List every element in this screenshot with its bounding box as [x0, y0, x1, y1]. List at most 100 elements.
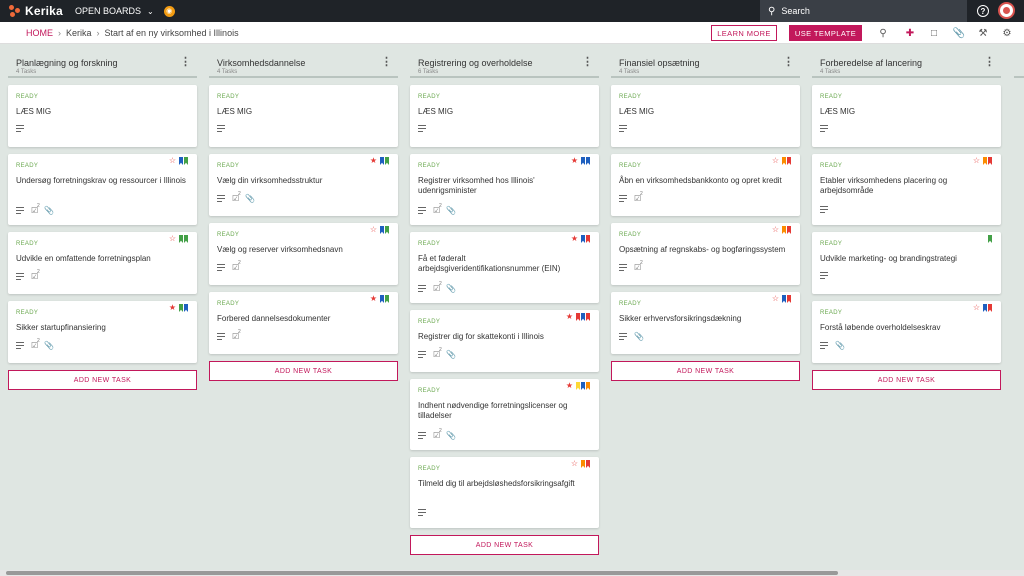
scrollbar-thumb[interactable]	[6, 571, 838, 575]
task-card[interactable]: READY LÆS MIG	[812, 85, 1001, 147]
more-options-icon[interactable]: ⋮	[381, 57, 392, 68]
star-outline-icon[interactable]: ☆	[973, 157, 980, 165]
tag-bookmark-icon	[184, 157, 188, 165]
star-outline-icon[interactable]: ☆	[370, 226, 377, 234]
breadcrumb-workspace-link[interactable]: Kerika	[66, 28, 92, 38]
tag-bookmark-icon	[179, 304, 183, 312]
task-indicators	[820, 272, 835, 279]
task-flags: ★	[571, 235, 590, 243]
more-options-icon[interactable]: ⋮	[582, 57, 593, 68]
wrench-icon[interactable]: ⚒	[976, 27, 990, 39]
card-list: READY LÆS MIG READY Undersøg forretningskra…	[8, 85, 197, 390]
task-card[interactable]: READY LÆS MIG	[611, 85, 800, 147]
gear-icon[interactable]: ⚙	[1000, 27, 1014, 39]
task-card[interactable]: READY Sikker startupfinansiering ★ ☑ 2 📎	[8, 301, 197, 363]
task-card[interactable]: READY LÆS MIG	[410, 85, 599, 147]
add-new-task-button[interactable]: ADD NEW TASK	[410, 535, 599, 555]
checklist-count: 2	[238, 329, 241, 335]
help-icon[interactable]: ?	[977, 5, 989, 17]
breadcrumb: HOME › Kerika › Start af en ny virksomhe…	[26, 28, 239, 38]
tag-bookmark-icon	[988, 304, 992, 312]
star-filled-icon[interactable]: ★	[169, 304, 176, 312]
star-filled-icon[interactable]: ★	[566, 382, 573, 390]
add-new-task-button[interactable]: ADD NEW TASK	[611, 361, 800, 381]
add-new-task-button[interactable]: ADD NEW TASK	[812, 370, 1001, 390]
add-new-task-button[interactable]: ADD NEW TASK	[209, 361, 398, 381]
task-card[interactable]: READY Opsætning af regnskabs- og bogførin…	[611, 223, 800, 285]
task-card[interactable]: READY Udvikle en omfattende forretningspl…	[8, 232, 197, 294]
chat-icon[interactable]: □	[927, 27, 941, 39]
task-card[interactable]: READY Sikker erhvervsforsikringsdækning ☆ 📎	[611, 292, 800, 354]
star-filled-icon[interactable]: ★	[566, 313, 573, 321]
kerika-logo-icon	[9, 5, 21, 17]
checklist-icon: ☑ 2	[634, 191, 643, 203]
task-title: Vælg din virksomhedsstruktur	[217, 176, 323, 185]
task-card[interactable]: READY Registrer dig for skattekonti i Ill…	[410, 310, 599, 372]
tag-bookmark-icon	[586, 460, 590, 468]
checklist-icon: ☑ 2	[433, 428, 442, 440]
task-title: Sikker erhvervsforsikringsdækning	[619, 314, 742, 323]
checklist-count: 2	[640, 191, 643, 197]
star-filled-icon[interactable]: ★	[571, 157, 578, 165]
task-card[interactable]: READY Åbn en virksomhedsbankkonto og opre…	[611, 154, 800, 216]
attachment-icon[interactable]: 📎	[952, 27, 966, 39]
attachment-icon: 📎	[835, 341, 845, 350]
star-outline-icon[interactable]: ☆	[772, 295, 779, 303]
column-title[interactable]: Registrering og overholdelse	[418, 58, 533, 68]
tag-bookmark-icon	[385, 295, 389, 303]
star-filled-icon[interactable]: ★	[370, 295, 377, 303]
task-card[interactable]: READY Forstå løbende overholdelseskrav ☆ 📎	[812, 301, 1001, 363]
task-card[interactable]: READY Vælg og reserver virksomhedsnavn ☆ ☑ 2	[209, 223, 398, 285]
learn-more-button[interactable]: LEARN MORE	[711, 25, 777, 41]
star-outline-icon[interactable]: ☆	[772, 157, 779, 165]
search-input[interactable]	[781, 6, 942, 16]
description-icon	[217, 195, 225, 202]
tag-bookmark-icon	[581, 313, 585, 321]
breadcrumb-home-link[interactable]: HOME	[26, 28, 53, 38]
task-title: LÆS MIG	[619, 107, 655, 116]
open-boards-menu[interactable]: OPEN BOARDS ⌄	[75, 6, 154, 16]
task-card[interactable]: READY Indhent nødvendige forretningslicen…	[410, 379, 599, 450]
description-icon	[619, 125, 627, 132]
star-filled-icon[interactable]: ★	[370, 157, 377, 165]
task-card[interactable]: READY Forbered dannelsesdokumenter ★ ☑ 2	[209, 292, 398, 354]
star-outline-icon[interactable]: ☆	[169, 157, 176, 165]
more-options-icon[interactable]: ⋮	[783, 57, 794, 68]
column-title[interactable]: Virksomhedsdannelse	[217, 58, 305, 68]
task-card[interactable]: READY LÆS MIG	[209, 85, 398, 147]
search-box[interactable]: ⚲	[760, 0, 967, 22]
column-title[interactable]: Finansiel opsætning	[619, 58, 700, 68]
star-outline-icon[interactable]: ☆	[571, 460, 578, 468]
star-filled-icon[interactable]: ★	[571, 235, 578, 243]
task-card[interactable]: READY Vælg din virksomhedsstruktur ★ ☑ 2 📎	[209, 154, 398, 216]
tag-bookmark-icon	[385, 157, 389, 165]
more-options-icon[interactable]: ⋮	[984, 57, 995, 68]
task-card[interactable]: READY Udvikle marketing- og brandingstrat…	[812, 232, 1001, 294]
column-title[interactable]: Forberedelse af lancering	[820, 58, 922, 68]
task-flags: ☆	[169, 235, 188, 243]
notification-badge-icon[interactable]: ◉	[163, 5, 175, 17]
add-person-icon[interactable]: ✚	[903, 27, 917, 39]
add-new-task-button[interactable]: ADD NEW TASK	[8, 370, 197, 390]
tag-bookmark-icon	[581, 382, 585, 390]
task-card[interactable]: READY Registrer virksomhed hos Illinois' …	[410, 154, 599, 225]
task-card[interactable]: READY Tilmeld dig til arbejdsløshedsforsi…	[410, 457, 599, 528]
star-outline-icon[interactable]: ☆	[772, 226, 779, 234]
use-template-button[interactable]: USE TEMPLATE	[789, 25, 862, 41]
task-card[interactable]: READY Undersøg forretningskrav og ressour…	[8, 154, 197, 225]
task-status: READY	[619, 94, 642, 100]
task-title: Registrer dig for skattekonti i Illinois	[418, 332, 544, 341]
horizontal-scrollbar[interactable]	[0, 570, 1024, 576]
task-card[interactable]: READY Etabler virksomhedens placering og …	[812, 154, 1001, 225]
search-icon[interactable]: ⚲	[876, 27, 890, 39]
task-title: Forbered dannelsesdokumenter	[217, 314, 331, 323]
column-title[interactable]: Planlægning og forskning	[16, 58, 118, 68]
kerika-logo[interactable]: Kerika	[9, 4, 71, 18]
task-card[interactable]: READY Få et føderalt arbejdsgiveridentifi…	[410, 232, 599, 303]
more-options-icon[interactable]: ⋮	[180, 57, 191, 68]
brand-name: Kerika	[25, 4, 63, 18]
task-card[interactable]: READY LÆS MIG	[8, 85, 197, 147]
star-outline-icon[interactable]: ☆	[973, 304, 980, 312]
star-outline-icon[interactable]: ☆	[169, 235, 176, 243]
user-avatar[interactable]	[998, 2, 1015, 19]
